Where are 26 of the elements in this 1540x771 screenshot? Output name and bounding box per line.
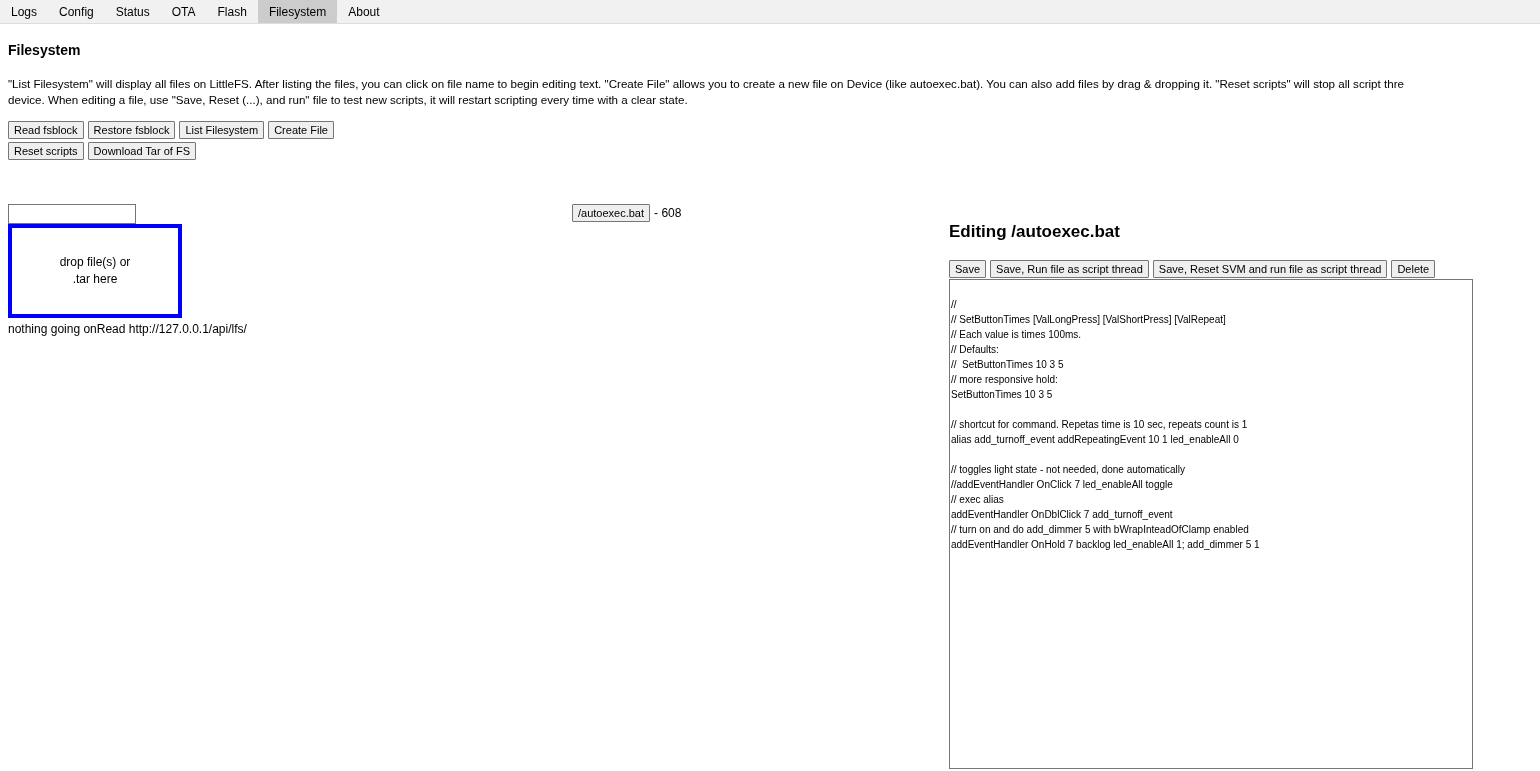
drop-zone[interactable]: drop file(s) or .tar here <box>8 224 182 318</box>
page-heading: Filesystem <box>8 42 82 58</box>
nav-tab[interactable]: Config <box>48 0 105 23</box>
filename-field[interactable] <box>8 204 136 224</box>
nav-tab[interactable]: Logs <box>0 0 49 23</box>
editor-button[interactable]: Save <box>949 260 987 278</box>
action-button[interactable]: Restore fsblock <box>87 121 176 139</box>
action-button[interactable]: List Filesystem <box>179 121 265 139</box>
action-button[interactable]: Reset scripts <box>8 142 84 160</box>
editor-button[interactable]: Save, Reset SVM and run file as script thread <box>1152 260 1388 278</box>
action-button[interactable]: Read fsblock <box>8 121 84 139</box>
editor-button[interactable]: Delete <box>1391 260 1436 278</box>
editor-title: Editing /autoexec.bat <box>949 222 1121 242</box>
description-text: "List Filesystem" will display all files on LittleFS. After listing the files, you can click on file name to begin editing text. "Create File" allows you to create a new file on Device (like autoexec.bat). You can also add files by drag & dropping it. "Reset scripts" will stop all script thre device. When editing a file, use "Save, Reset (...), and run" file to test new scripts, it will restart scripting every time with a clear state. <box>8 76 1405 108</box>
nav-tab[interactable]: About <box>337 0 391 23</box>
nav-tab[interactable]: Filesystem <box>257 0 338 23</box>
file-size: - 608 <box>654 206 682 220</box>
nav-tab[interactable]: Status <box>104 0 161 23</box>
action-button[interactable]: Create File <box>268 121 334 139</box>
file-button[interactable]: /autoexec.bat <box>572 204 651 222</box>
script-editor[interactable]: // // SetButtonTimes [ValLongPress] [ValShortPress] [ValRepeat] // Each value is times 100ms. // Defaults: // SetButtonTimes 10 3 5 // more responsive hold: SetButtonTimes 10 3 5 // shortcut for command. Repetas time is 10 sec, repeats count is 1 alias add_turnoff_event addRepeatingEvent 10 1 led_enableAll 0 // toggles light state - not needed, done automatically //addEventHandler OnClick 7 led_enableAll toggle // exec alias addEventHandler OnDblClick 7 add_turnoff_event // turn on and do add_dimmer 5 with bWrapInteadOfClamp enabled addEventHandler OnHold 7 backlog led_enableAll 1; add_dimmer 5 1 <box>949 279 1473 769</box>
status-text: nothing going onRead http://127.0.0.1/api/lfs/ <box>8 322 248 336</box>
nav-tab[interactable]: Flash <box>206 0 258 23</box>
nav-tab[interactable]: OTA <box>160 0 207 23</box>
editor-button[interactable]: Save, Run file as script thread <box>990 260 1149 278</box>
action-button[interactable]: Download Tar of FS <box>87 142 196 160</box>
